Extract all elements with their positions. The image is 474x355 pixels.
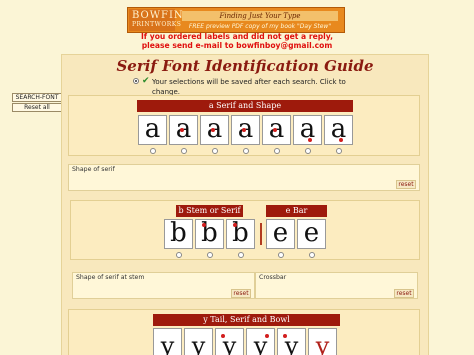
b-glyph-option-3[interactable]: b [226, 219, 255, 249]
a-radio-7[interactable] [336, 148, 342, 154]
a-glyph-option-4[interactable]: a [231, 115, 260, 145]
a-radio-1[interactable] [150, 148, 156, 154]
b-section-header: b Stem or Serif [176, 205, 243, 217]
logo-line2: PRINTWORKS [132, 21, 182, 28]
save-radio[interactable] [133, 78, 139, 84]
bowfin-logo: BOWFIN PRINTWORKS [129, 9, 183, 31]
a-radio-2[interactable] [181, 148, 187, 154]
book-banner[interactable]: BOWFIN PRINTWORKS Finding Just Your Type… [127, 7, 345, 33]
e-reset-button[interactable]: reset [394, 289, 414, 298]
a-glyph-option-6[interactable]: a [293, 115, 322, 145]
serif-marker-icon [242, 128, 246, 132]
serif-marker-icon [265, 334, 269, 338]
e-radio-1[interactable] [278, 252, 284, 258]
glyph-a: a [144, 115, 161, 144]
y-glyph-option-1[interactable]: y [153, 328, 182, 355]
b-glyph-option-2[interactable]: b [195, 219, 224, 249]
serif-marker-icon [180, 128, 184, 132]
glyph-b: b [170, 219, 187, 248]
a-reset-button[interactable]: reset [396, 180, 416, 189]
e-glyph-option-2[interactable]: e [297, 219, 326, 249]
y-glyph-option-2[interactable]: y [184, 328, 213, 355]
glyph-b: b [201, 219, 218, 248]
save-preference: ✔ Your selections will be saved after ea… [132, 76, 372, 96]
serif-at-stem-field: Shape of serif at stem [72, 272, 255, 299]
serif-at-stem-label: Shape of serif at stem [76, 274, 145, 281]
glyph-y: y [160, 332, 175, 355]
glyph-y: y [191, 332, 206, 355]
notice-line2[interactable]: please send e-mail to bowfinboy@gmail.co… [100, 41, 374, 51]
serif-marker-icon [221, 334, 225, 338]
a-glyph-option-5[interactable]: a [262, 115, 291, 145]
save-note: Your selections will be saved after each… [152, 78, 346, 96]
crossbar-label: Crossbar [259, 274, 287, 281]
page-title: Serif Font Identification Guide [116, 57, 374, 75]
e-glyph-option-1[interactable]: e [266, 219, 295, 249]
logo-line1: BOWFIN [132, 10, 184, 21]
search-font-button[interactable]: SEARCH-FONT [12, 93, 62, 102]
glyph-y: y [315, 332, 330, 355]
glyph-e: e [303, 219, 320, 248]
banner-title: Finding Just Your Type [182, 11, 338, 21]
serif-marker-icon [202, 223, 206, 227]
b-reset-button[interactable]: reset [231, 289, 251, 298]
b-radio-3[interactable] [238, 252, 244, 258]
e-section-header: e Bar [266, 205, 327, 217]
serif-marker-icon [233, 223, 237, 227]
contact-notice: If you ordered labels and did not get a … [100, 32, 374, 51]
serif-marker-icon [339, 138, 343, 142]
b-radio-1[interactable] [176, 252, 182, 258]
e-radio-2[interactable] [309, 252, 315, 258]
serif-marker-icon [283, 334, 287, 338]
y-section-header: y Tail, Serif and Bowl [153, 314, 340, 326]
shape-of-serif-field: Shape of serif [68, 164, 420, 191]
divider [260, 223, 262, 245]
y-glyph-option-3[interactable]: y [215, 328, 244, 355]
banner-subtitle: FREE preview PDF copy of my book "Day St… [188, 23, 332, 30]
glyph-y: y [253, 332, 268, 355]
a-radio-4[interactable] [243, 148, 249, 154]
a-glyph-option-3[interactable]: a [200, 115, 229, 145]
a-glyph-option-1[interactable]: a [138, 115, 167, 145]
b-glyph-option-1[interactable]: b [164, 219, 193, 249]
y-glyph-option-4[interactable]: y [246, 328, 275, 355]
glyph-b: b [232, 219, 249, 248]
a-glyph-option-7[interactable]: a [324, 115, 353, 145]
a-section-header: a Serif and Shape [137, 100, 353, 112]
y-glyph-option-6[interactable]: y [308, 328, 337, 355]
reset-all-button[interactable]: Reset all [12, 103, 62, 112]
b-radio-2[interactable] [207, 252, 213, 258]
a-radio-3[interactable] [212, 148, 218, 154]
glyph-e: e [272, 219, 289, 248]
a-radio-5[interactable] [274, 148, 280, 154]
serif-marker-icon [211, 128, 215, 132]
serif-marker-icon [308, 138, 312, 142]
serif-marker-icon [273, 128, 277, 132]
y-glyph-option-5[interactable]: y [277, 328, 306, 355]
a-radio-6[interactable] [305, 148, 311, 154]
checkmark-icon: ✔ [142, 76, 150, 86]
a-glyph-option-2[interactable]: a [169, 115, 198, 145]
shape-of-serif-label: Shape of serif [72, 166, 115, 173]
